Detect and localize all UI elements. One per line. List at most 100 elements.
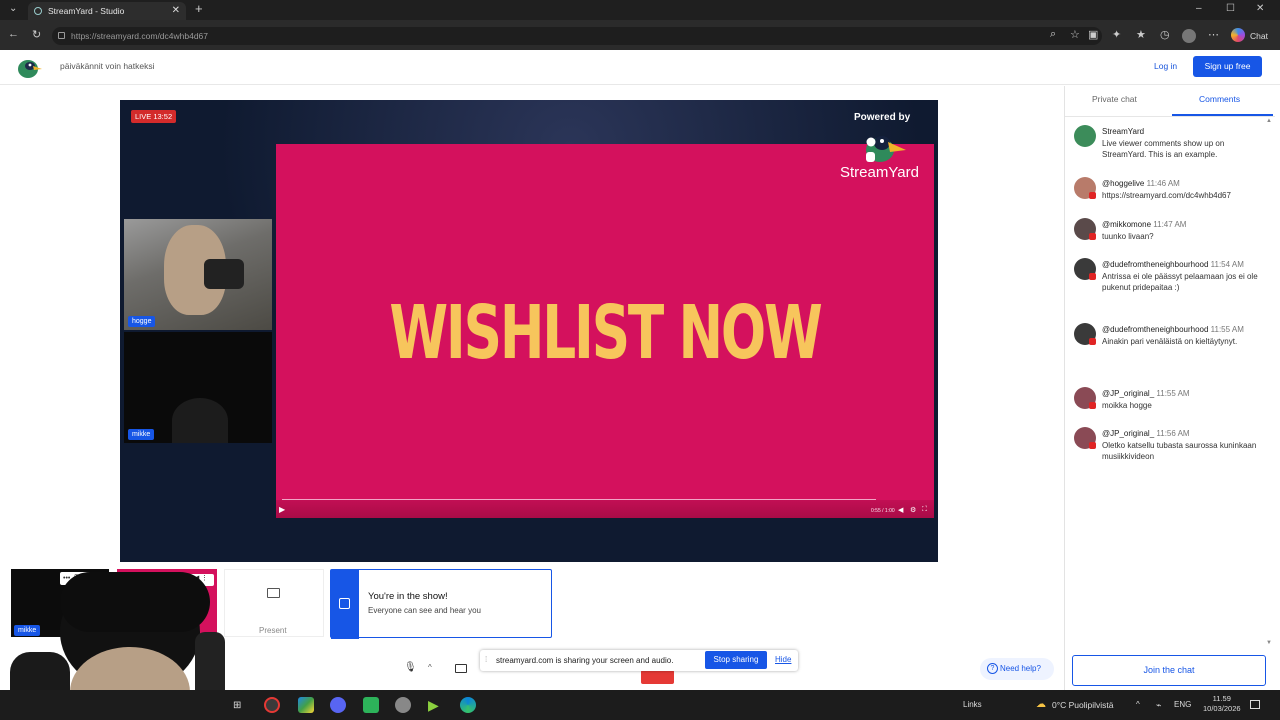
taskbar-links[interactable]: Links <box>963 700 982 709</box>
tray-chevron-icon[interactable]: ^ <box>1136 700 1140 709</box>
app-icon-3[interactable] <box>395 697 411 713</box>
taskbar-clock[interactable]: 11.59 10/03/2026 <box>1203 694 1241 714</box>
comment-scrollbar[interactable]: ▲ ▼ <box>1266 118 1272 646</box>
minimize-icon[interactable]: – <box>1196 3 1202 14</box>
taskbar-language[interactable]: ENG <box>1174 700 1191 709</box>
more-menu-icon[interactable]: ⋯ <box>1208 28 1219 41</box>
login-link[interactable]: Log in <box>1154 61 1177 71</box>
camera-tile-hogge[interactable] <box>124 219 272 330</box>
comment-item[interactable]: @dudefromtheneighbourhood 11:55 AM Ainaki… <box>1102 324 1260 347</box>
play-icon[interactable]: ▶ <box>279 505 285 514</box>
fullscreen-icon[interactable]: ⛶ <box>922 506 927 514</box>
clock-time: 11.59 <box>1212 694 1231 703</box>
url-field[interactable]: https://streamyard.com/dc4whb4d67 <box>52 27 1102 45</box>
comment-item[interactable]: @dudefromtheneighbourhood 11:54 AM Antris… <box>1102 259 1260 294</box>
settings-gear-icon[interactable]: ⚙ <box>910 506 916 514</box>
youtube-source-icon <box>1089 192 1096 199</box>
camera-name-tag: mikke <box>128 429 155 440</box>
comment-user: @mikkomone <box>1102 220 1152 229</box>
new-tab-icon[interactable]: + <box>195 1 203 16</box>
tab-divider <box>1065 116 1275 117</box>
streamyard-duck-logo <box>866 136 906 162</box>
join-chat-button[interactable]: Join the chat <box>1072 655 1266 686</box>
network-icon[interactable]: ⌁ <box>1156 700 1161 711</box>
back-icon[interactable]: ← <box>8 28 19 40</box>
tab-list-icon[interactable]: ⌄ <box>9 3 17 14</box>
split-screen-icon[interactable]: ▣ <box>1088 28 1098 41</box>
comment-text: Oletko katsellu tubasta saurossa kuninka… <box>1102 440 1257 462</box>
comment-item[interactable]: @mikkomone 11:47 AM tuunko livaan? <box>1102 219 1260 242</box>
live-badge: LIVE 13:52 <box>131 110 177 123</box>
comment-text: Ainakin pari venäläistä on kieltäytynyt. <box>1102 336 1238 346</box>
chat-label[interactable]: Chat <box>1250 31 1268 41</box>
drag-handle-icon[interactable]: ⁞ <box>485 655 487 664</box>
present-screen-icon <box>267 588 280 598</box>
app-icon-4[interactable]: ▶ <box>428 697 444 713</box>
zoom-icon[interactable]: ⌕ <box>1050 28 1056 41</box>
opera-icon[interactable] <box>264 697 280 713</box>
comment-user: @hoggelive <box>1102 179 1145 188</box>
video-controls-bar <box>276 500 934 518</box>
youtube-source-icon <box>1089 273 1096 280</box>
comment-time: 11:55 AM <box>1210 325 1244 334</box>
present-label: Present <box>259 626 287 635</box>
comment-user: @dudefromtheneighbourhood <box>1102 325 1209 334</box>
signup-button[interactable]: Sign up free <box>1193 56 1262 77</box>
comment-text: tuunko livaan? <box>1102 231 1154 241</box>
comment-text: https://streamyard.com/dc4whb4d67 <box>1102 190 1231 200</box>
camera-icon[interactable] <box>455 664 467 673</box>
leave-studio-button[interactable] <box>641 670 674 684</box>
extensions-icon[interactable]: ✦ <box>1112 28 1121 41</box>
comment-user: StreamYard <box>1102 127 1145 136</box>
favorite-star-icon[interactable]: ☆ <box>1070 28 1080 41</box>
mic-icon[interactable]: 🎙 <box>404 662 417 673</box>
streamyard-logo[interactable] <box>16 57 42 79</box>
camera-tile-mikke[interactable] <box>124 332 272 443</box>
youtube-source-icon <box>1089 442 1096 449</box>
favorites-icon[interactable]: ★ <box>1136 28 1146 41</box>
volume-icon[interactable]: ◀ <box>898 506 903 514</box>
app-icon-1[interactable] <box>298 697 314 713</box>
comment-item[interactable]: @JP_original_ 11:55 AM moikka hogge <box>1102 388 1260 411</box>
video-headline: WISHLIST NOW <box>389 290 822 376</box>
hide-link[interactable]: Hide <box>775 655 791 664</box>
discord-icon[interactable] <box>330 697 346 713</box>
mic-options-chevron-icon[interactable]: ^ <box>428 663 432 672</box>
tab-comments[interactable]: Comments <box>1199 94 1240 104</box>
powered-by-label: Powered by <box>854 112 911 123</box>
video-progress-bar[interactable] <box>282 499 877 500</box>
comment-user: @dudefromtheneighbourhood <box>1102 260 1209 269</box>
broadcast-title: päiväkännit voin hatkeksi <box>60 61 155 71</box>
notifications-icon[interactable] <box>1250 700 1260 709</box>
browser-tab[interactable]: StreamYard - Studio ✕ <box>28 2 186 20</box>
url-text: https://streamyard.com/dc4whb4d67 <box>71 31 209 41</box>
taskbar-weather[interactable]: 0°C Puolipilvistä <box>1052 700 1114 710</box>
toast-title: You're in the show! <box>368 591 448 602</box>
comment-time: 11:46 AM <box>1146 179 1180 188</box>
maximize-icon[interactable]: ☐ <box>1226 3 1235 14</box>
task-view-icon[interactable]: ⊞ <box>233 700 241 711</box>
tab-favicon-icon <box>34 7 42 15</box>
profile-avatar[interactable] <box>1182 29 1196 43</box>
comment-avatar <box>1074 125 1096 147</box>
history-icon[interactable]: ◷ <box>1160 28 1170 41</box>
close-window-icon[interactable]: ✕ <box>1256 3 1264 14</box>
streamyard-brand-text: StreamYard <box>840 164 919 181</box>
comment-item[interactable]: StreamYard Live viewer comments show up o… <box>1102 126 1260 161</box>
comment-time: 11:54 AM <box>1210 260 1244 269</box>
stop-sharing-button[interactable]: Stop sharing <box>705 651 767 669</box>
need-help-button[interactable]: ? Need help? <box>980 658 1054 680</box>
app-icon-2[interactable] <box>363 697 379 713</box>
close-tab-icon[interactable]: ✕ <box>172 5 180 16</box>
toast-subtitle: Everyone can see and hear you <box>368 606 481 615</box>
edge-icon[interactable] <box>460 697 476 713</box>
youtube-source-icon <box>1089 338 1096 345</box>
tab-private-chat[interactable]: Private chat <box>1092 94 1137 104</box>
comment-item[interactable]: @hoggelive 11:46 AM https://streamyard.co… <box>1102 178 1260 201</box>
comment-item[interactable]: @JP_original_ 11:56 AM Oletko katsellu tu… <box>1102 428 1260 463</box>
comment-time: 11:56 AM <box>1156 429 1190 438</box>
reload-icon[interactable]: ↻ <box>32 28 41 41</box>
comment-time: 11:47 AM <box>1153 220 1187 229</box>
copilot-icon[interactable] <box>1231 28 1245 42</box>
share-notice: streamyard.com is sharing your screen an… <box>496 656 674 665</box>
